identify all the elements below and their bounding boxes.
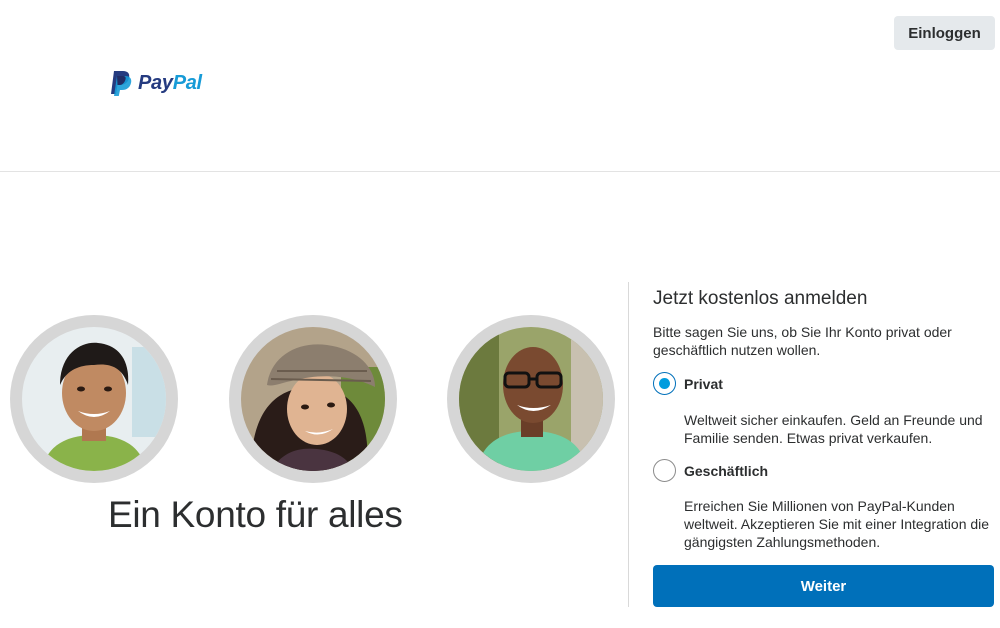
signup-description: Bitte sagen Sie uns, ob Sie Ihr Konto pr…: [653, 324, 952, 358]
header: PayPal Einloggen: [0, 0, 1000, 172]
signup-page: PayPal Einloggen Ein Konto für alles Jet…: [0, 0, 1000, 628]
paypal-wordmark: PayPal: [138, 71, 202, 94]
private-description: Weltweit sicher einkaufen. Geld an Freun…: [684, 412, 983, 446]
vertical-divider: [628, 282, 629, 607]
signup-panel: Jetzt kostenlos anmelden Bitte sagen Sie…: [653, 288, 998, 551]
account-type-private-option[interactable]: Privat: [653, 372, 998, 395]
paypal-p-icon: [111, 71, 132, 96]
radio-selected-dot: [659, 378, 670, 389]
hero-tagline: Ein Konto für alles: [108, 494, 403, 535]
business-radio[interactable]: [653, 459, 676, 482]
avatar-1: [10, 315, 178, 483]
private-label[interactable]: Privat: [684, 376, 723, 392]
continue-button[interactable]: Weiter: [653, 565, 994, 607]
person-photo-icon: [459, 327, 603, 471]
signup-title: Jetzt kostenlos anmelden: [653, 288, 868, 309]
avatar-2: [229, 315, 397, 483]
account-type-business-option[interactable]: Geschäftlich: [653, 459, 998, 482]
avatar-row: [0, 310, 620, 490]
person-photo-icon: [22, 327, 166, 471]
login-button[interactable]: Einloggen: [894, 16, 995, 50]
paypal-logo[interactable]: PayPal: [110, 70, 202, 96]
person-photo-icon: [241, 327, 385, 471]
private-radio[interactable]: [653, 372, 676, 395]
business-label[interactable]: Geschäftlich: [684, 463, 768, 479]
business-description: Erreichen Sie Millionen von PayPal-Kunde…: [684, 498, 990, 550]
avatar-3: [447, 315, 615, 483]
